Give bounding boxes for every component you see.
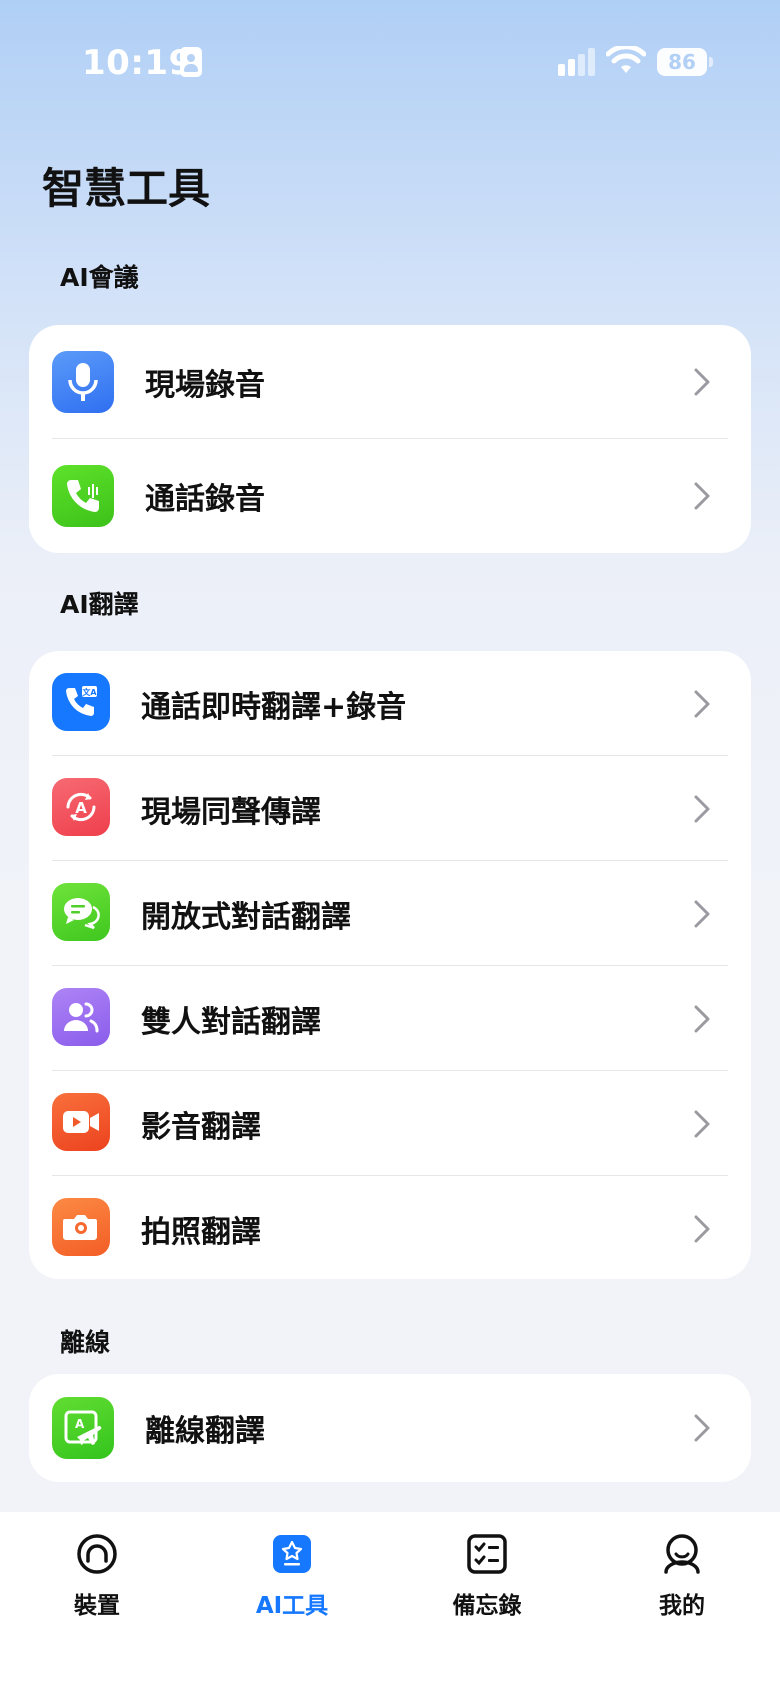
tab-label: AI工具	[255, 1593, 329, 1619]
bottom-tab-bar: 裝置 AI工具 備忘錄 我的	[0, 1512, 780, 1696]
chevron-right-icon	[694, 900, 710, 927]
list-item-offline-translate[interactable]: A 離線翻譯	[29, 1374, 751, 1482]
chevron-right-icon	[694, 368, 710, 396]
tab-label: 備忘錄	[452, 1593, 522, 1619]
list-item-label: 通話即時翻譯+錄音	[141, 689, 407, 725]
tab-label: 我的	[659, 1593, 705, 1619]
status-time: 10:19	[82, 43, 193, 83]
section-label-ai-meeting: AI會議	[60, 263, 139, 292]
ai-meeting-card: 現場錄音 通話錄音	[29, 325, 751, 553]
phone-wave-icon	[52, 465, 114, 527]
tab-memo[interactable]: 備忘錄	[427, 1532, 547, 1642]
section-label-ai-translate: AI翻譯	[60, 590, 139, 619]
tab-profile[interactable]: 我的	[622, 1532, 742, 1642]
sync-translate-icon: A	[52, 778, 110, 836]
battery-icon: 86	[657, 48, 707, 76]
page-title: 智慧工具	[42, 164, 211, 213]
list-item-label: 離線翻譯	[145, 1414, 265, 1449]
svg-text:A: A	[75, 1417, 85, 1431]
svg-text:文A: 文A	[82, 687, 97, 697]
list-item-label: 通話錄音	[145, 482, 265, 517]
status-bar: 10:19 86	[0, 0, 780, 130]
svg-text:A: A	[75, 799, 87, 817]
list-item-label: 現場錄音	[145, 368, 265, 403]
list-item-call-recording[interactable]: 通話錄音	[29, 439, 751, 553]
wifi-icon	[606, 46, 646, 73]
ai-tools-icon	[273, 1535, 311, 1573]
list-item-label: 開放式對話翻譯	[141, 899, 351, 935]
list-item-video-translate[interactable]: 影音翻譯	[29, 1071, 751, 1176]
tab-device[interactable]: 裝置	[37, 1532, 157, 1642]
tab-label: 裝置	[74, 1593, 120, 1619]
headphones-icon	[77, 1534, 117, 1574]
checklist-icon	[467, 1534, 507, 1574]
section-label-offline: 離線	[60, 1328, 111, 1357]
chat-bubbles-icon	[52, 883, 110, 941]
list-item-label: 影音翻譯	[141, 1109, 261, 1145]
ai-translate-card: 文A 通話即時翻譯+錄音 A 現場同聲傳譯 開放式對話翻譯 雙人對話翻譯 影音翻…	[29, 651, 751, 1279]
list-item-label: 現場同聲傳譯	[141, 794, 321, 830]
video-icon	[52, 1093, 110, 1151]
offline-translate-icon: A	[52, 1397, 114, 1459]
chevron-right-icon	[694, 1005, 710, 1032]
list-item-two-person-conversation[interactable]: 雙人對話翻譯	[29, 966, 751, 1071]
list-item-call-live-translate[interactable]: 文A 通話即時翻譯+錄音	[29, 651, 751, 756]
camera-icon	[52, 1198, 110, 1256]
list-item-onsite-recording[interactable]: 現場錄音	[29, 325, 751, 439]
list-item-photo-translate[interactable]: 拍照翻譯	[29, 1176, 751, 1279]
microphone-icon	[52, 351, 114, 413]
list-item-label: 拍照翻譯	[141, 1214, 261, 1250]
chevron-right-icon	[694, 482, 710, 510]
battery-tip	[709, 57, 713, 67]
chevron-right-icon	[694, 690, 710, 717]
chevron-right-icon	[694, 795, 710, 822]
offline-card: A 離線翻譯	[29, 1374, 751, 1482]
list-item-open-conversation[interactable]: 開放式對話翻譯	[29, 861, 751, 966]
profile-icon	[664, 1534, 700, 1574]
chevron-right-icon	[694, 1414, 710, 1442]
list-item-onsite-interpretation[interactable]: A 現場同聲傳譯	[29, 756, 751, 861]
battery-level: 86	[668, 50, 696, 74]
chevron-right-icon	[694, 1110, 710, 1137]
list-item-label: 雙人對話翻譯	[141, 1004, 321, 1040]
person-card-icon	[180, 47, 202, 77]
two-people-icon	[52, 988, 110, 1046]
signal-icon	[558, 48, 598, 76]
tab-ai-tools[interactable]: AI工具	[232, 1532, 352, 1642]
phone-translate-icon: 文A	[52, 673, 110, 731]
chevron-right-icon	[694, 1215, 710, 1242]
